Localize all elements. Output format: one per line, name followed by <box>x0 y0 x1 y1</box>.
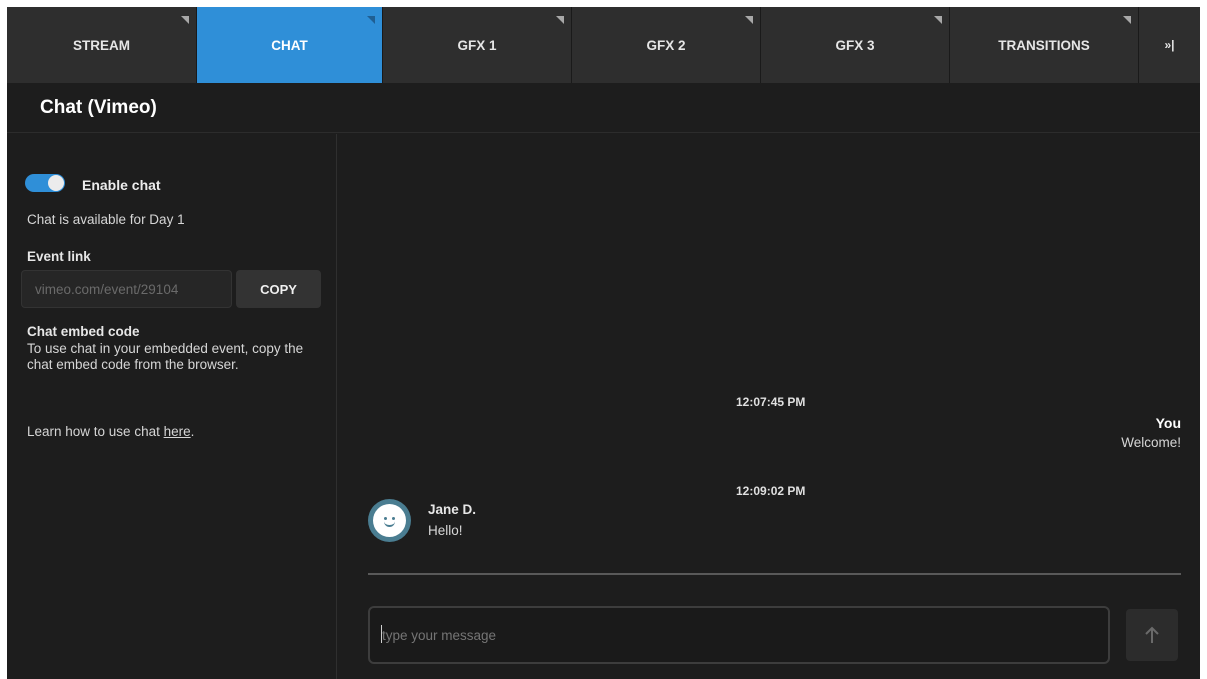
learn-here-link[interactable]: here <box>164 424 191 439</box>
tab-label: GFX 2 <box>646 37 686 53</box>
message-text: Hello! <box>428 523 463 538</box>
tab-menu-corner-icon <box>745 16 753 24</box>
message-author: Jane D. <box>428 502 477 517</box>
embed-code-description: To use chat in your embedded event, copy… <box>27 341 304 372</box>
learn-text: Learn how to use chat here. <box>27 424 194 439</box>
send-button[interactable] <box>1126 609 1178 661</box>
skip-to-end-icon: »| <box>1164 38 1175 52</box>
tab-label: GFX 1 <box>457 37 497 53</box>
avatar <box>368 499 411 542</box>
skip-to-end-button[interactable]: »| <box>1139 7 1200 83</box>
smiley-face-icon <box>373 504 406 537</box>
tab-label: TRANSITIONS <box>998 37 1090 53</box>
divider <box>368 573 1181 575</box>
tab-menu-corner-icon <box>934 16 942 24</box>
tab-menu-corner-icon <box>367 16 375 24</box>
toggle-knob <box>48 175 64 191</box>
chat-area: 12:07:45 PM You Welcome! 12:09:02 PM Jan… <box>338 134 1200 679</box>
learn-prefix: Learn how to use chat <box>27 424 164 439</box>
tab-gfx-3[interactable]: GFX 3 <box>761 7 950 83</box>
tab-gfx-2[interactable]: GFX 2 <box>572 7 761 83</box>
tab-menu-corner-icon <box>556 16 564 24</box>
learn-suffix: . <box>190 424 195 439</box>
tab-label: CHAT <box>271 37 308 53</box>
tab-stream[interactable]: STREAM <box>7 7 197 83</box>
app-window: STREAM CHAT GFX 1 GFX 2 GFX 3 TRANSITION… <box>7 7 1200 679</box>
embed-code-title: Chat embed code <box>27 324 140 339</box>
availability-text: Chat is available for Day 1 <box>27 212 185 227</box>
enable-chat-label: Enable chat <box>82 177 161 193</box>
tab-chat[interactable]: CHAT <box>197 7 383 83</box>
tab-gfx-1[interactable]: GFX 1 <box>383 7 572 83</box>
event-link-field[interactable] <box>21 270 232 308</box>
panel-header: Chat (Vimeo) <box>7 83 1200 133</box>
text-caret <box>381 625 382 643</box>
enable-chat-toggle[interactable] <box>25 174 65 192</box>
chat-settings-panel: Enable chat Chat is available for Day 1 … <box>7 134 337 679</box>
message-input[interactable] <box>368 606 1110 664</box>
event-link-label: Event link <box>27 249 91 264</box>
tab-label: STREAM <box>73 37 130 53</box>
tab-label: GFX 3 <box>835 37 875 53</box>
message-timestamp: 12:07:45 PM <box>736 395 806 409</box>
page-title: Chat (Vimeo) <box>40 97 157 118</box>
message-timestamp: 12:09:02 PM <box>736 484 806 498</box>
tab-menu-corner-icon <box>1123 16 1131 24</box>
tab-menu-corner-icon <box>181 16 189 24</box>
tab-bar: STREAM CHAT GFX 1 GFX 2 GFX 3 TRANSITION… <box>7 7 1200 83</box>
copy-button[interactable]: COPY <box>236 270 321 308</box>
message-text: Welcome! <box>1121 435 1181 450</box>
tab-transitions[interactable]: TRANSITIONS <box>950 7 1139 83</box>
message-author: You <box>1155 415 1181 431</box>
arrow-up-icon <box>1145 626 1159 643</box>
